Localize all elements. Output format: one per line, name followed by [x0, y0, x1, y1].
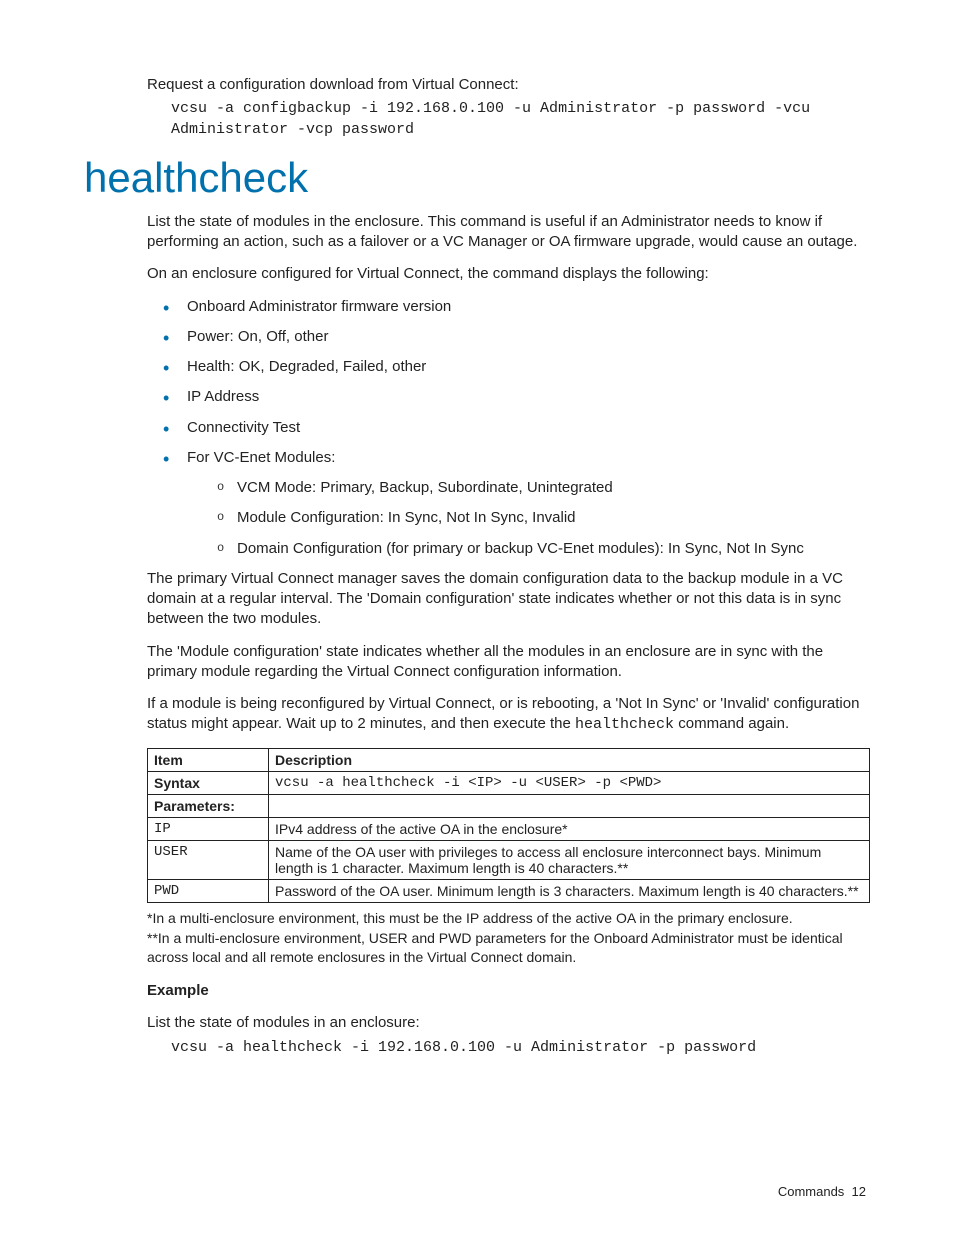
footnote-1: *In a multi-enclosure environment, this … — [147, 909, 870, 928]
table-row: PWD Password of the OA user. Minimum len… — [148, 879, 870, 902]
inline-code: healthcheck — [575, 716, 674, 733]
example-label: Example — [147, 981, 870, 1001]
param-desc: Password of the OA user. Minimum length … — [269, 879, 870, 902]
example-code: vcsu -a healthcheck -i 192.168.0.100 -u … — [171, 1038, 870, 1058]
bullet-item: Power: On, Off, other — [157, 327, 870, 347]
bullet-item: Connectivity Test — [157, 418, 870, 438]
table-row: Syntax vcsu -a healthcheck -i <IP> -u <U… — [148, 771, 870, 794]
syntax-value: vcsu -a healthcheck -i <IP> -u <USER> -p… — [269, 771, 870, 794]
pre-intro: Request a configuration download from Vi… — [147, 75, 870, 95]
bullet-item: Onboard Administrator firmware version — [157, 297, 870, 317]
footer-page: 12 — [852, 1184, 866, 1199]
footnote-2: **In a multi-enclosure environment, USER… — [147, 929, 870, 967]
paragraph-5: If a module is being reconfigured by Vir… — [147, 694, 870, 736]
sub-item: Domain Configuration (for primary or bac… — [213, 539, 870, 559]
paragraph-2: On an enclosure configured for Virtual C… — [147, 264, 870, 284]
param-name: PWD — [148, 879, 269, 902]
page: Request a configuration download from Vi… — [0, 0, 954, 1235]
bullet-item: For VC-Enet Modules: VCM Mode: Primary, … — [157, 448, 870, 559]
col-item: Item — [148, 748, 269, 771]
bullet-item: Health: OK, Degraded, Failed, other — [157, 357, 870, 377]
content-block: List the state of modules in the enclosu… — [147, 212, 870, 1058]
param-desc: Name of the OA user with privileges to a… — [269, 840, 870, 879]
pre-code-block: vcsu -a configbackup -i 192.168.0.100 -u… — [171, 99, 870, 140]
param-name: USER — [148, 840, 269, 879]
pre-section: Request a configuration download from Vi… — [147, 75, 870, 140]
example-intro: List the state of modules in an enclosur… — [147, 1013, 870, 1033]
sub-list: VCM Mode: Primary, Backup, Subordinate, … — [187, 478, 870, 559]
paragraph-1: List the state of modules in the enclosu… — [147, 212, 870, 253]
bullet-text: For VC-Enet Modules: — [187, 449, 335, 466]
footer-section: Commands — [778, 1184, 844, 1199]
sub-item: Module Configuration: In Sync, Not In Sy… — [213, 508, 870, 528]
parameters-table: Item Description Syntax vcsu -a healthch… — [147, 748, 870, 903]
parameters-empty — [269, 794, 870, 817]
sub-item: VCM Mode: Primary, Backup, Subordinate, … — [213, 478, 870, 498]
bullet-list: Onboard Administrator firmware version P… — [147, 297, 870, 559]
param-desc: IPv4 address of the active OA in the enc… — [269, 817, 870, 840]
section-heading: healthcheck — [84, 154, 870, 202]
paragraph-3: The primary Virtual Connect manager save… — [147, 569, 870, 630]
bullet-item: IP Address — [157, 387, 870, 407]
table-row: USER Name of the OA user with privileges… — [148, 840, 870, 879]
syntax-label: Syntax — [148, 771, 269, 794]
table-row: Parameters: — [148, 794, 870, 817]
table-header-row: Item Description — [148, 748, 870, 771]
paragraph-4: The 'Module configuration' state indicat… — [147, 642, 870, 683]
col-description: Description — [269, 748, 870, 771]
parameters-label: Parameters: — [148, 794, 269, 817]
p5-post: command again. — [674, 715, 789, 732]
param-name: IP — [148, 817, 269, 840]
page-footer: Commands 12 — [778, 1184, 866, 1199]
table-row: IP IPv4 address of the active OA in the … — [148, 817, 870, 840]
